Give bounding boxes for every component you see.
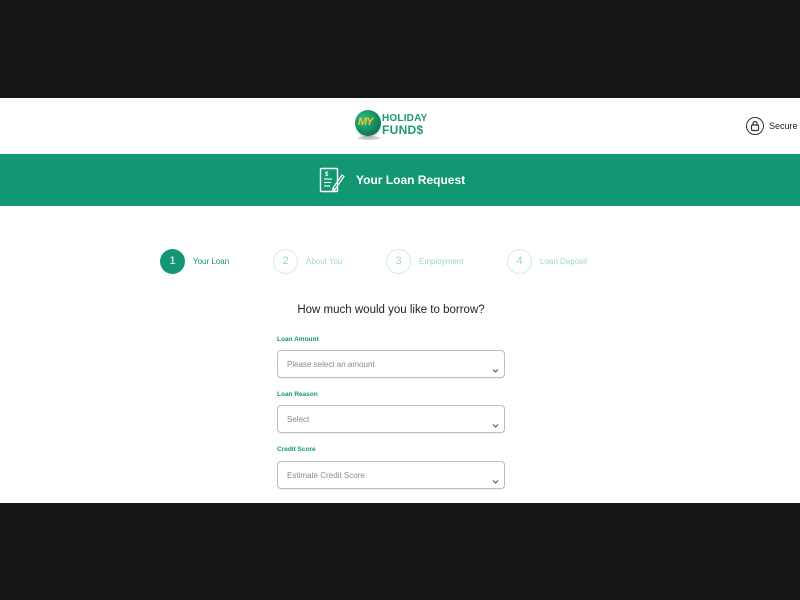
step-number: 2 — [273, 248, 298, 274]
step-number: 1 — [160, 248, 185, 274]
loan-reason-label: Loan Reason — [277, 391, 318, 398]
step-your-loan[interactable]: 1 Your Loan — [160, 248, 229, 274]
logo-line-2: FUND$ — [382, 123, 424, 137]
step-about-you[interactable]: 2 About You — [273, 248, 342, 274]
step-label: Loan Deposit — [540, 256, 588, 266]
form-question: How much would you like to borrow? — [297, 304, 485, 316]
chevron-down-icon — [492, 416, 499, 428]
document-pen-icon: $ — [319, 167, 345, 194]
loan-reason-value: Select — [287, 415, 310, 424]
loan-amount-value: Please select an amount — [287, 360, 375, 369]
credit-score-select[interactable]: Estimate Credit Score — [277, 461, 505, 489]
loan-request-banner: $ Your Loan Request — [0, 154, 800, 206]
step-number: 4 — [507, 248, 532, 274]
loan-amount-select[interactable]: Please select an amount — [277, 350, 505, 378]
letterbox-bottom — [0, 503, 800, 600]
loan-amount-label: Loan Amount — [277, 336, 319, 343]
svg-text:$: $ — [325, 172, 329, 178]
secure-label: Secure F — [769, 121, 800, 131]
chevron-down-icon — [492, 472, 499, 484]
step-number: 3 — [386, 248, 411, 274]
step-label: Employment — [419, 256, 464, 266]
banner-title: Your Loan Request — [356, 173, 466, 187]
page: MY HOLIDAY FUND$ Secure F $ — [0, 98, 800, 503]
logo-globe-text: MY — [358, 116, 373, 128]
letterbox-top — [0, 0, 800, 98]
loan-reason-select[interactable]: Select — [277, 405, 505, 433]
step-employment[interactable]: 3 Employment — [386, 248, 463, 274]
site-header: MY HOLIDAY FUND$ Secure F — [0, 98, 800, 154]
logo-shadow — [358, 136, 380, 140]
step-loan-deposit[interactable]: 4 Loan Deposit — [507, 248, 587, 274]
lock-icon — [746, 117, 764, 135]
progress-stepper: 1 Your Loan 2 About You 3 Employment 4 L… — [0, 248, 800, 276]
step-label: Your Loan — [193, 256, 230, 266]
credit-score-label: Credit Score — [277, 446, 316, 453]
credit-score-value: Estimate Credit Score — [287, 471, 365, 480]
chevron-down-icon — [492, 361, 499, 373]
step-label: About You — [306, 256, 343, 266]
site-logo[interactable]: MY HOLIDAY FUND$ — [355, 108, 435, 144]
secure-badge: Secure F — [746, 116, 800, 136]
